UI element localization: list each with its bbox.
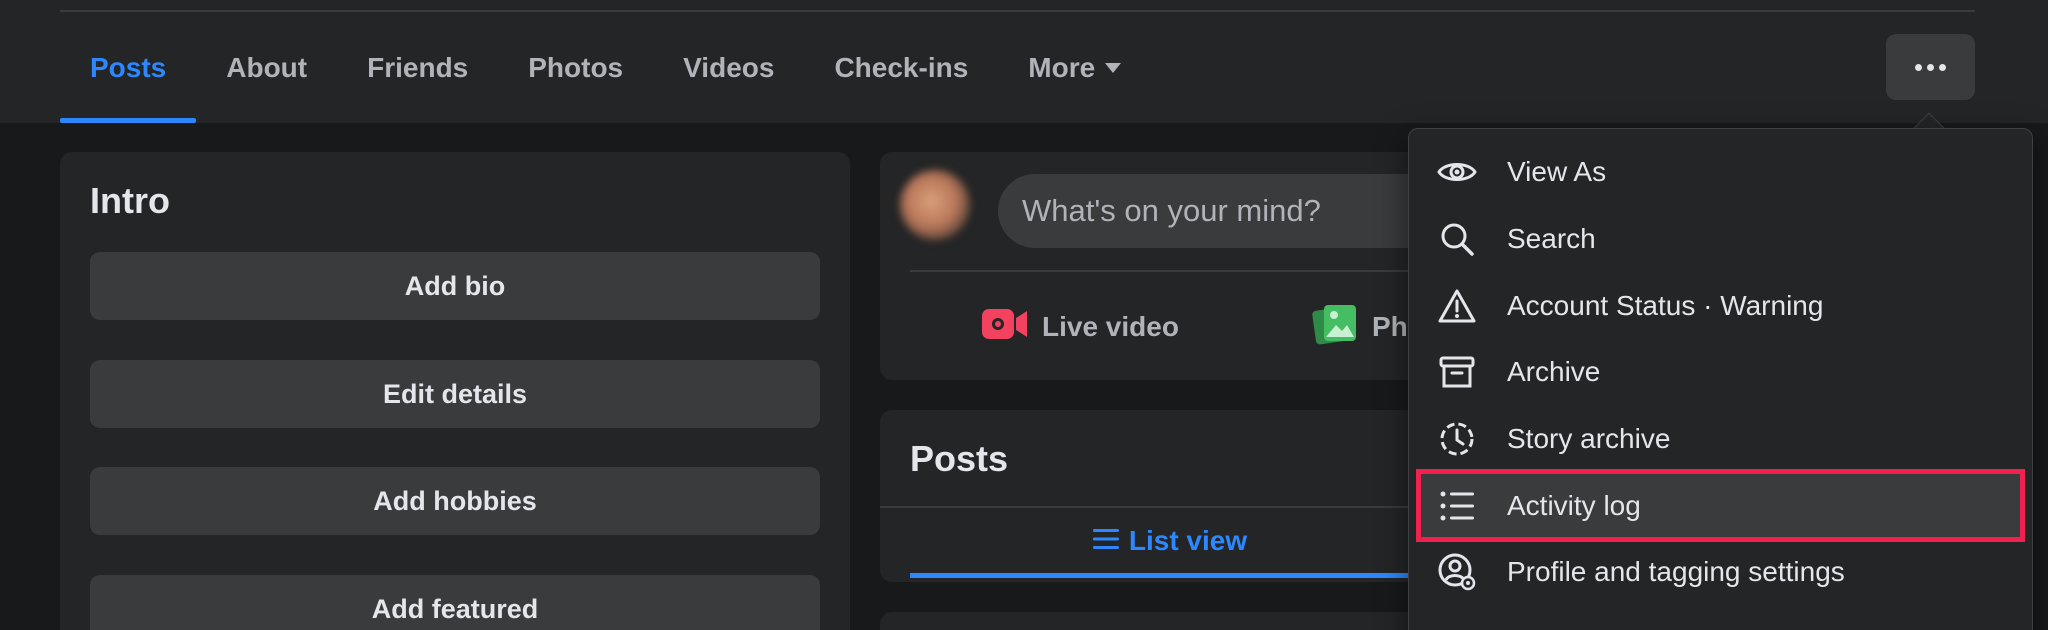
tab-label: Posts [90,51,167,83]
photo-video-button[interactable]: Ph [1312,302,1408,352]
menu-item-profile-tagging-settings[interactable]: Profile and tagging settings [1409,539,2032,606]
list-icon [1092,525,1119,557]
menu-item-search[interactable]: Search [1409,206,2032,273]
menu-item-activity-log[interactable]: Activity log [1416,469,2025,543]
intro-card: Intro Add bio Edit details Add hobbies A… [60,152,850,630]
tab-label: More [1028,51,1096,83]
photo-icon [1312,303,1358,352]
menu-item-view-as[interactable]: View As [1409,139,2032,206]
tab-more[interactable]: More [998,12,1151,123]
archive-icon [1437,352,1477,392]
feed-card [880,612,1480,630]
tab-label: Friends [367,51,469,83]
tab-about[interactable]: About [196,12,337,123]
menu-item-archive[interactable]: Archive [1409,339,2032,406]
profile-tabs: Posts About Friends Photos Videos Check-… [60,12,1151,123]
warning-icon [1437,286,1477,326]
ellipsis-dot [1927,63,1934,71]
intro-title: Intro [90,180,170,221]
list-icon [1437,486,1477,526]
menu-item-label: Account Status · Warning [1507,289,1824,321]
tab-label: Videos [683,51,775,83]
add-hobbies-button[interactable]: Add hobbies [90,467,820,535]
menu-item-label: Story archive [1507,423,1671,455]
tab-posts[interactable]: Posts [60,12,197,123]
add-bio-button[interactable]: Add bio [90,252,820,320]
menu-item-story-archive[interactable]: Story archive [1409,406,2032,473]
menu-item-label: Archive [1507,356,1601,388]
tab-check-ins[interactable]: Check-ins [804,12,998,123]
live-video-button[interactable]: Live video [982,302,1179,352]
list-view-label: List view [1128,524,1248,556]
menu-item-label: Activity log [1507,489,1641,521]
avatar[interactable] [900,170,970,240]
tab-label: Photos [528,51,624,83]
menu-item-label: Search [1507,223,1596,255]
search-icon [1437,219,1477,259]
menu-item-account-status[interactable]: Account Status · Warning [1409,272,2032,339]
add-featured-button[interactable]: Add featured [90,575,820,630]
story-archive-icon [1437,419,1477,459]
posts-card: Posts List view [880,410,1480,582]
tab-photos[interactable]: Photos [498,12,653,123]
live-video-label: Live video [1042,311,1179,342]
ellipsis-icon [1915,63,1922,71]
tab-friends[interactable]: Friends [337,12,498,123]
menu-item-label: View As [1507,156,1607,188]
tab-videos[interactable]: Videos [653,12,804,123]
caret-down-icon [1105,62,1122,73]
eye-icon [1437,152,1477,192]
list-view-tab[interactable]: List view [910,508,1430,578]
tab-label: Check-ins [834,51,969,83]
divider [910,270,1470,272]
ellipsis-dot [1939,63,1946,71]
live-video-icon [982,307,1028,348]
photo-label: Ph [1372,311,1408,342]
menu-item-label: Profile and tagging settings [1507,556,1845,588]
edit-details-button[interactable]: Edit details [90,360,820,428]
posts-title: Posts [910,438,1009,479]
more-options-button[interactable] [1886,34,1975,100]
tab-label: About [226,51,308,83]
post-composer: What's on your mind? Live video Ph [880,152,1518,380]
more-options-menu: View As Search Account Status · Warning … [1408,128,2033,630]
profile-settings-icon [1437,552,1477,592]
profile-tab-bar: Posts About Friends Photos Videos Check-… [0,0,2048,123]
